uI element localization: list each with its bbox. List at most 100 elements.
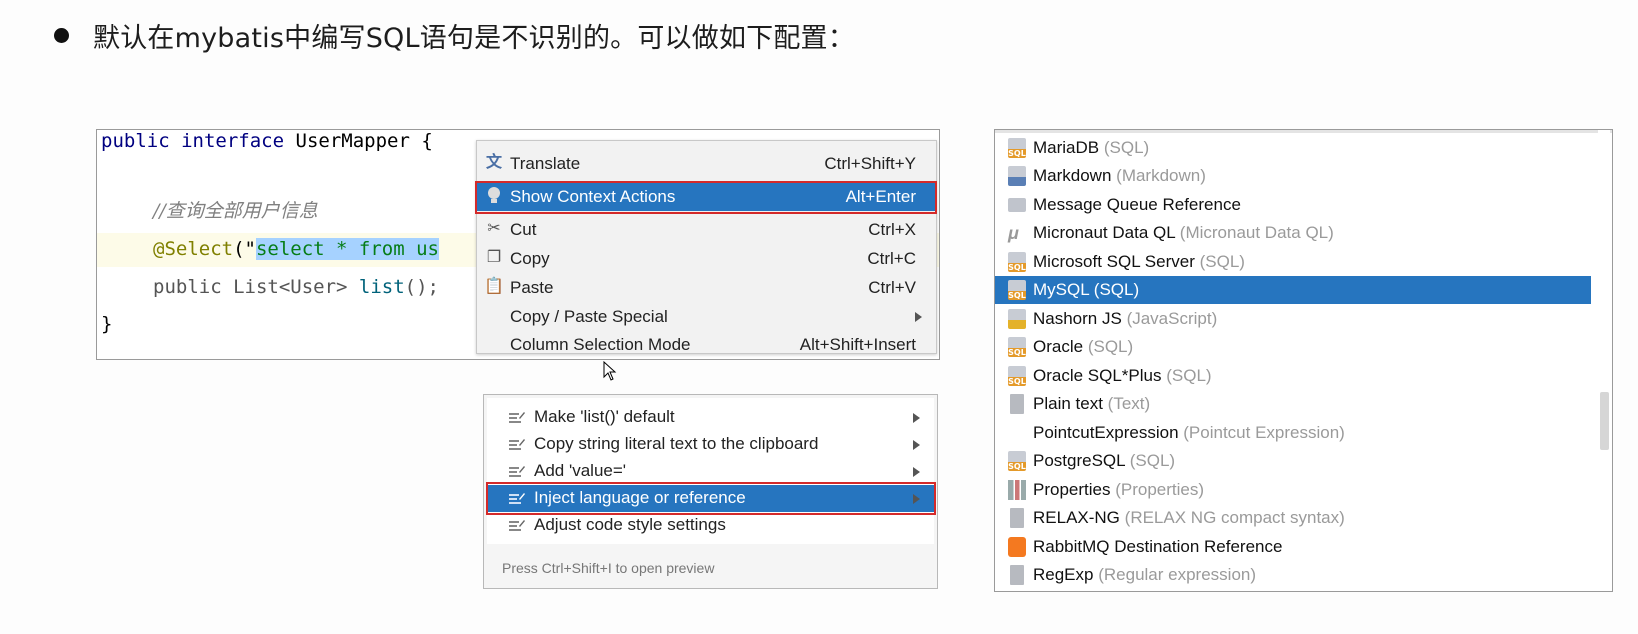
language-item[interactable]: μ Micronaut Data QL (Micronaut Data QL)	[995, 219, 1591, 247]
language-name: RegExp	[1033, 565, 1094, 584]
sql-icon: SQL	[1008, 337, 1026, 357]
code-class-name: UserMapper	[295, 130, 410, 152]
menu-item-paste[interactable]: 📋 Paste Ctrl+V	[477, 274, 936, 302]
language-name: Nashorn JS	[1033, 309, 1122, 328]
submenu-arrow-icon	[913, 440, 920, 450]
language-item[interactable]: Plain text (Text)	[995, 390, 1591, 418]
regexp-icon	[1010, 565, 1024, 585]
language-name: Oracle SQL*Plus	[1033, 366, 1162, 385]
intention-edit-icon	[509, 439, 525, 450]
language-item[interactable]: RELAX-NG (RELAX NG compact syntax)	[995, 504, 1591, 532]
language-item-selected[interactable]: SQL MySQL (SQL)	[995, 276, 1591, 304]
language-item[interactable]: SQL PostgreSQL (SQL)	[995, 447, 1591, 475]
list-top-edge	[995, 130, 1612, 133]
message-icon	[1008, 198, 1026, 212]
language-item[interactable]: PointcutExpression (Pointcut Expression)	[995, 419, 1591, 447]
code-line-4: public List<User> list();	[153, 276, 439, 298]
menu-item-cut[interactable]: ✂ Cut Ctrl+X	[477, 216, 936, 244]
translate-icon: 文	[485, 154, 502, 171]
language-name: Micronaut Data QL	[1033, 223, 1176, 242]
language-name: RabbitMQ Destination Reference	[1033, 537, 1283, 556]
intention-item-make-default[interactable]: Make 'list()' default	[487, 404, 934, 431]
intention-item-inject-language[interactable]: Inject language or reference	[487, 485, 934, 512]
code-brace: {	[421, 130, 433, 152]
text-file-icon	[1010, 394, 1024, 414]
intention-edit-icon	[509, 520, 525, 531]
intention-list: Make 'list()' default Copy string litera…	[486, 398, 936, 544]
language-item[interactable]: Nashorn JS (JavaScript)	[995, 305, 1591, 333]
js-icon	[1008, 309, 1026, 329]
language-item[interactable]: RabbitMQ Destination Reference	[995, 533, 1591, 561]
sql-icon: SQL	[1008, 280, 1026, 300]
language-item[interactable]: SQL MariaDB (SQL)	[995, 134, 1591, 162]
language-name: Markdown	[1033, 166, 1112, 185]
code-closing-brace: }	[101, 313, 113, 335]
menu-item-shortcut: Ctrl+C	[867, 249, 916, 268]
code-annotation: @Select	[153, 238, 234, 260]
menu-item-shortcut: Ctrl+Shift+Y	[824, 154, 916, 173]
bullet-dot	[54, 28, 69, 43]
micronaut-icon: μ	[1008, 223, 1019, 243]
intention-label: Copy string literal text to the clipboar…	[534, 434, 819, 453]
language-item[interactable]: SQL Oracle SQL*Plus (SQL)	[995, 362, 1591, 390]
language-type: (SQL)	[1166, 366, 1212, 385]
menu-item-label: Cut	[510, 220, 537, 239]
slide-heading: 默认在mybatis中编写SQL语句是不识别的。可以做如下配置：	[93, 23, 855, 54]
code-keyword: public	[101, 130, 170, 152]
submenu-arrow-icon	[915, 312, 922, 322]
intention-item-adjust-code-style[interactable]: Adjust code style settings	[487, 512, 934, 539]
intention-label: Add 'value='	[534, 461, 627, 480]
rabbitmq-icon	[1008, 537, 1026, 557]
properties-icon	[1008, 480, 1026, 500]
language-list[interactable]: SQL MariaDB (SQL) Markdown (Markdown) Mes…	[994, 129, 1613, 592]
language-type: (JavaScript)	[1126, 309, 1218, 328]
menu-item-column-selection-mode[interactable]: Column Selection Mode Alt+Shift+Insert	[477, 331, 936, 359]
scrollbar-thumb[interactable]	[1600, 392, 1609, 450]
code-selected-string[interactable]: select * from us	[255, 238, 439, 260]
list-scrollbar[interactable]	[1598, 130, 1610, 591]
language-type: (Micronaut Data QL)	[1179, 223, 1334, 242]
language-item[interactable]: Properties (Properties)	[995, 476, 1591, 504]
language-item[interactable]: Markdown (Markdown)	[995, 162, 1591, 190]
intention-edit-icon	[509, 412, 525, 423]
paste-icon: 📋	[484, 278, 504, 295]
language-name: MySQL	[1033, 280, 1090, 299]
intention-label: Adjust code style settings	[534, 515, 726, 534]
submenu-arrow-icon	[913, 467, 920, 477]
language-name: Oracle	[1033, 337, 1084, 356]
menu-item-label: Paste	[510, 278, 554, 297]
intention-item-add-value[interactable]: Add 'value='	[487, 458, 934, 485]
language-item[interactable]: SQL Microsoft SQL Server (SQL)	[995, 248, 1591, 276]
language-type: (SQL)	[1093, 280, 1140, 299]
menu-item-label: Translate	[510, 154, 581, 173]
menu-item-show-context-actions[interactable]: Show Context Actions Alt+Enter	[477, 183, 936, 211]
intention-label: Inject language or reference	[534, 488, 746, 507]
sql-icon: SQL	[1008, 451, 1026, 471]
menu-item-copy[interactable]: ❐ Copy Ctrl+C	[477, 245, 936, 273]
intention-label: Make 'list()' default	[534, 407, 675, 426]
language-name: Properties	[1033, 480, 1111, 499]
sql-icon: SQL	[1008, 252, 1026, 272]
submenu-arrow-icon	[913, 494, 920, 504]
intention-actions-popup[interactable]: Make 'list()' default Copy string litera…	[483, 394, 938, 589]
menu-item-label: Copy / Paste Special	[510, 307, 668, 326]
menu-item-copy-paste-special[interactable]: Copy / Paste Special	[477, 303, 936, 331]
intention-item-copy-string[interactable]: Copy string literal text to the clipboar…	[487, 431, 934, 458]
code-method-name: list	[358, 276, 405, 298]
language-type: (RELAX NG compact syntax)	[1124, 508, 1345, 527]
language-item[interactable]: Message Queue Reference	[995, 191, 1591, 219]
language-item[interactable]: SQL Oracle (SQL)	[995, 333, 1591, 361]
language-type: (Properties)	[1115, 480, 1205, 499]
menu-item-translate[interactable]: 文 Translate Ctrl+Shift+Y	[477, 150, 936, 178]
menu-item-shortcut: Ctrl+X	[868, 220, 916, 239]
language-type: (Markdown)	[1116, 166, 1206, 185]
language-name: RELAX-NG	[1033, 508, 1120, 527]
language-type: (SQL)	[1199, 252, 1245, 271]
text-file-icon	[1010, 508, 1024, 528]
editor-context-menu[interactable]: 文 Translate Ctrl+Shift+Y Show Context Ac…	[475, 140, 937, 354]
language-type: (SQL)	[1087, 337, 1134, 356]
language-item[interactable]: RegExp (Regular expression)	[995, 561, 1591, 589]
preview-hint: Press Ctrl+Shift+I to open preview	[502, 560, 715, 576]
code-keyword: interface	[181, 130, 285, 152]
code-line-3[interactable]: @Select("select * from us	[153, 238, 439, 260]
